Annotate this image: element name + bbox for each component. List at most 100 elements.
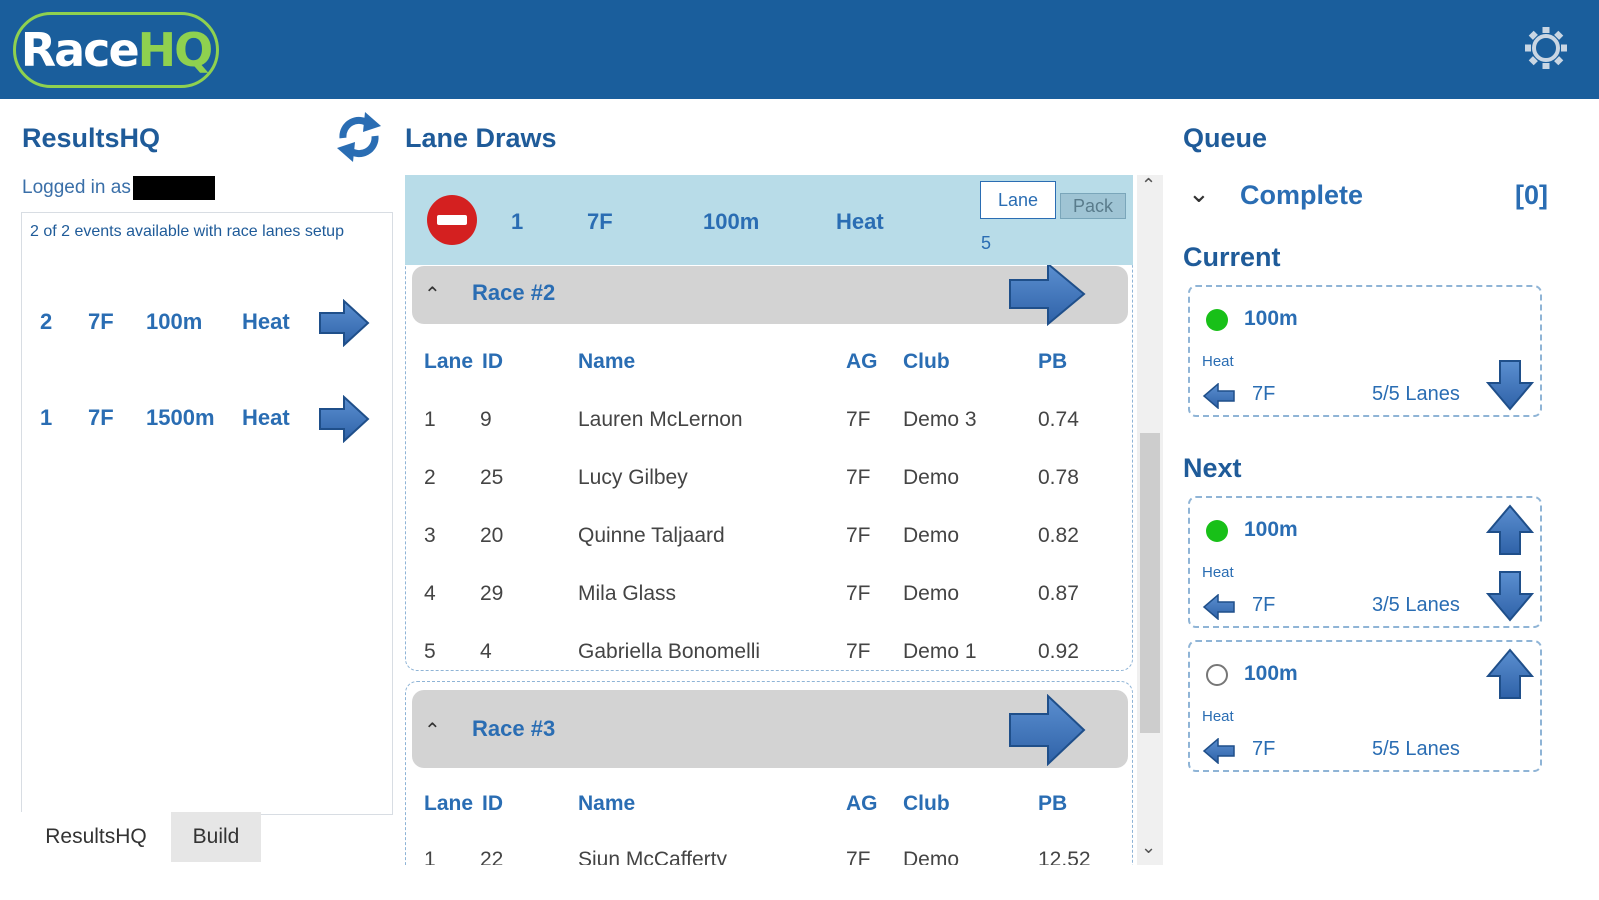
cell-ag: 7F <box>846 408 871 431</box>
column-header-id: ID <box>482 350 503 373</box>
gear-icon[interactable] <box>1520 22 1572 74</box>
queue-age-group: 7F <box>1252 738 1276 760</box>
cell-name: Mila Glass <box>578 582 677 605</box>
lane-draws-title: Lane Draws <box>405 123 557 153</box>
event-type: Heat <box>242 309 290 334</box>
queue-age-group: 7F <box>1252 383 1276 405</box>
return-arrow-icon[interactable] <box>1202 738 1236 764</box>
status-dot-icon <box>1206 520 1228 542</box>
race-header[interactable]: ⌃ Race #2 <box>412 262 1128 326</box>
logged-in-label: Logged in as <box>22 177 131 199</box>
column-header-pb: PB <box>1038 792 1068 815</box>
cell-ag: 7F <box>846 582 871 605</box>
cell-name: Quinne Taljaard <box>578 524 725 547</box>
cell-id: 20 <box>480 524 504 547</box>
pack-mode-button[interactable]: Pack <box>1060 193 1126 219</box>
left-panel-tabs: ResultsHQ Build <box>21 812 261 862</box>
send-race-arrow-icon[interactable] <box>1008 262 1086 326</box>
move-down-arrow-icon[interactable] <box>1486 570 1534 622</box>
queue-lanes: 5/5 Lanes <box>1372 383 1460 405</box>
selected-event-type: Heat <box>836 209 884 234</box>
cell-pb: 0.92 <box>1038 640 1079 663</box>
cell-id: 4 <box>480 640 492 663</box>
event-distance: 1500m <box>146 405 215 430</box>
cell-ag: 7F <box>846 524 871 547</box>
cell-lane: 1 <box>424 408 436 431</box>
cell-lane: 5 <box>424 640 436 663</box>
event-age-group: 7F <box>88 405 114 430</box>
selected-event-age-group: 7F <box>587 209 613 234</box>
cell-pb: 0.87 <box>1038 582 1079 605</box>
queue-type: Heat <box>1202 564 1234 581</box>
lane-draws-scrollbar[interactable]: ⌃ ⌄ <box>1137 175 1163 865</box>
remove-event-icon[interactable] <box>427 195 477 245</box>
chevron-down-icon[interactable]: ⌄ <box>1188 178 1210 209</box>
move-down-arrow-icon[interactable] <box>1486 359 1534 411</box>
queue-type: Heat <box>1202 708 1234 725</box>
column-header-lane: Lane <box>424 350 474 373</box>
event-row[interactable]: 1 7F 1500m Heat <box>22 391 394 447</box>
scroll-up-icon[interactable]: ⌃ <box>1141 175 1156 196</box>
scrollbar-thumb[interactable] <box>1140 433 1160 733</box>
column-header-pb: PB <box>1038 350 1068 373</box>
race-card: ⌃ Race #2 Lane ID Name AG Club PB 1 9 La… <box>405 255 1133 671</box>
cell-club: Demo 1 <box>903 640 977 663</box>
scroll-down-icon[interactable]: ⌄ <box>1141 837 1156 858</box>
resultshq-title: ResultsHQ <box>22 123 161 153</box>
queue-distance: 100m <box>1244 307 1298 330</box>
race-header[interactable]: ⌃ Race #3 <box>412 690 1128 768</box>
logged-in-status: Logged in as <box>22 176 215 200</box>
column-header-id: ID <box>482 792 503 815</box>
refresh-icon[interactable] <box>335 108 383 166</box>
queue-distance: 100m <box>1244 518 1298 541</box>
move-up-arrow-icon[interactable] <box>1486 648 1534 700</box>
return-arrow-icon[interactable] <box>1202 383 1236 409</box>
queue-card-next: 100m Heat 7F 3/5 Lanes <box>1188 496 1542 628</box>
add-event-arrow-icon[interactable] <box>318 395 370 443</box>
cell-name: Siun McCafferty <box>578 848 727 865</box>
move-up-arrow-icon[interactable] <box>1486 504 1534 556</box>
queue-card-current: 100m Heat 7F 5/5 Lanes <box>1188 285 1542 417</box>
cell-club: Demo <box>903 524 960 547</box>
complete-label: Complete <box>1240 180 1364 210</box>
cell-club: Demo <box>903 582 960 605</box>
send-race-arrow-icon[interactable] <box>1008 694 1086 766</box>
cell-id: 25 <box>480 466 504 489</box>
race-name: Race #3 <box>472 716 556 741</box>
column-header-ag: AG <box>846 350 878 373</box>
queue-type: Heat <box>1202 353 1234 370</box>
queue-lanes: 5/5 Lanes <box>1372 738 1460 760</box>
selected-event-bar: 1 7F 100m Heat Lane Pack 5 <box>405 175 1133 265</box>
status-dot-icon <box>1206 309 1228 331</box>
tab-build[interactable]: Build <box>171 812 261 862</box>
complete-count: [0] <box>1515 180 1548 210</box>
queue-lanes: 3/5 Lanes <box>1372 594 1460 616</box>
event-row[interactable]: 2 7F 100m Heat <box>22 295 394 351</box>
race-card: ⌃ Race #3 Lane ID Name AG Club PB 1 22 S… <box>405 681 1133 865</box>
redacted-username <box>132 176 215 200</box>
cell-name: Lauren McLernon <box>578 408 743 431</box>
return-arrow-icon[interactable] <box>1202 594 1236 620</box>
collapse-caret-icon[interactable]: ⌃ <box>424 718 441 743</box>
column-header-club: Club <box>903 792 950 815</box>
cell-ag: 7F <box>846 848 871 865</box>
events-summary: 2 of 2 events available with race lanes … <box>30 223 344 240</box>
cell-name: Gabriella Bonomelli <box>578 640 761 663</box>
current-title: Current <box>1183 242 1281 272</box>
lane-mode-button[interactable]: Lane <box>980 181 1056 219</box>
column-header-name: Name <box>578 350 636 373</box>
cell-id: 9 <box>480 408 492 431</box>
racehq-logo: Race HQ <box>13 12 219 88</box>
complete-section-header[interactable]: ⌄ Complete [0] <box>1188 176 1548 216</box>
events-list-panel: 2 of 2 events available with race lanes … <box>21 212 393 815</box>
add-event-arrow-icon[interactable] <box>318 299 370 347</box>
column-header-lane: Lane <box>424 792 474 815</box>
cell-club: Demo <box>903 848 960 865</box>
cell-club: Demo <box>903 466 960 489</box>
collapse-caret-icon[interactable]: ⌃ <box>424 282 441 307</box>
queue-distance: 100m <box>1244 662 1298 685</box>
event-number: 2 <box>40 309 53 334</box>
event-distance: 100m <box>146 309 203 334</box>
tab-resultshq[interactable]: ResultsHQ <box>21 812 171 862</box>
cell-pb: 0.74 <box>1038 408 1079 431</box>
